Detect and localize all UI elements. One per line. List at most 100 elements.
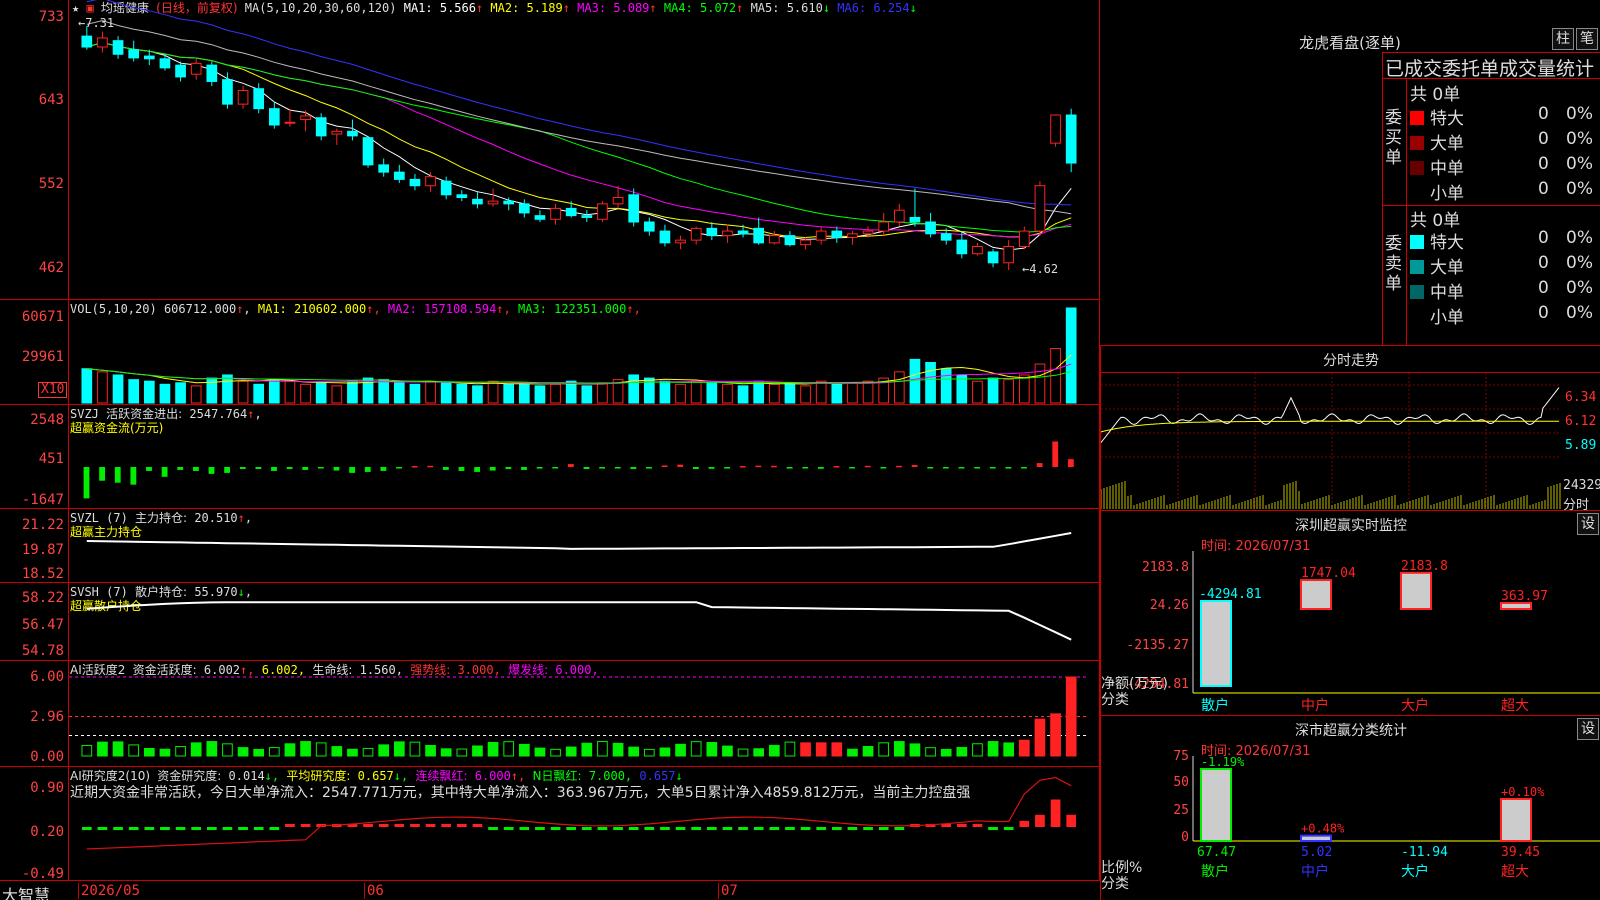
order-pct: 0% <box>1566 104 1593 124</box>
activity-bar <box>565 746 577 757</box>
volume-bar <box>722 383 733 404</box>
volume-bar <box>800 385 811 404</box>
candle <box>925 221 936 235</box>
svsh-chart <box>86 601 1072 641</box>
monitor-bar-label: 2183.8 <box>1401 559 1448 574</box>
svzj-bar <box>536 467 543 469</box>
svzj-panel: SVZJ 活跃资金进出: 2547.764↑, 超赢资金流(万元) 2548 4… <box>0 405 1100 509</box>
activity-bar <box>706 742 718 757</box>
svzj-bar <box>177 467 184 470</box>
activity-bar <box>393 741 405 757</box>
candle <box>1003 245 1015 264</box>
candle <box>128 49 140 59</box>
research-bar <box>175 827 186 831</box>
research-bar <box>300 823 311 827</box>
candle <box>487 200 499 205</box>
candle <box>253 88 265 110</box>
activity-bar <box>425 745 436 757</box>
volume-bar <box>409 383 421 404</box>
activity-bar <box>1018 739 1030 757</box>
svzj-bar <box>333 467 340 471</box>
realtime-monitor-panel: 深圳超赢实时监控 设 时间: 2026/07/31 2183.8 24.26 -21… <box>1100 510 1600 715</box>
research-bar <box>753 827 764 831</box>
candle <box>190 62 202 75</box>
candle <box>518 203 530 214</box>
volume-bar <box>518 382 530 404</box>
monitor-category: 大户 <box>1401 697 1429 714</box>
low-marker: ←4.62 <box>1022 262 1059 276</box>
svzj-bar <box>630 467 637 469</box>
candlestick-chart[interactable] <box>69 0 1099 300</box>
candle <box>831 230 843 238</box>
candle <box>878 221 890 232</box>
longhu-title: 龙虎看盘(逐单) <box>1299 34 1401 52</box>
research-bar <box>144 827 155 831</box>
candle <box>597 203 608 220</box>
activity-bar <box>612 742 624 757</box>
svzj-bar <box>927 467 934 469</box>
svzj-bar <box>786 467 793 469</box>
volume-bar <box>753 380 765 404</box>
volume-bar <box>534 385 546 404</box>
activity-bar <box>987 741 999 757</box>
classify-y-tick: 50 <box>1173 775 1189 790</box>
activity-bar <box>237 747 249 757</box>
research-bar <box>1050 799 1061 827</box>
research-bar <box>722 827 733 831</box>
svzj-bar <box>567 464 574 467</box>
vol-unit-badge[interactable]: X10 <box>38 382 68 398</box>
svzj-bar <box>458 467 465 471</box>
order-count: 0 <box>1538 228 1549 248</box>
candle <box>347 130 358 137</box>
svzl-line <box>86 532 1072 550</box>
research-line <box>86 776 1072 850</box>
candle <box>972 245 983 255</box>
activity-bar <box>643 748 655 757</box>
tick-mode-button[interactable]: 笔 <box>1576 28 1598 50</box>
candle <box>753 227 765 244</box>
volume-bar <box>222 374 233 404</box>
classify-pct: -1.19% <box>1201 755 1245 769</box>
intraday-tick: 6.12 <box>1565 414 1597 429</box>
research-bar <box>691 827 702 831</box>
intraday-vol-tick: 24329 <box>1563 478 1600 493</box>
research-bar <box>613 827 623 831</box>
research-bar <box>97 827 108 831</box>
monitor-bar-label: 1747.04 <box>1301 566 1356 581</box>
activity-bar <box>378 744 390 757</box>
research-bar <box>800 827 811 831</box>
research-bar <box>1035 814 1045 827</box>
research-bar <box>847 827 858 831</box>
svzj-bar <box>255 467 262 469</box>
order-row-3: 中单 0 0% <box>1410 154 1600 179</box>
activity-bar <box>456 748 468 757</box>
candle <box>159 58 171 69</box>
svzj-bar <box>489 467 496 471</box>
candle <box>909 216 921 223</box>
research-bar <box>394 823 405 827</box>
svzl-panel: SVZL (7) 主力持仓: 20.510↑, 超赢主力持仓 21.22 19.… <box>0 509 1100 583</box>
bar-mode-button[interactable]: 柱 <box>1552 28 1574 50</box>
candle <box>1065 114 1077 164</box>
activity-bar <box>800 742 811 757</box>
activity-bar <box>753 748 765 757</box>
research-bar <box>550 827 561 831</box>
research-bar <box>363 823 373 827</box>
svzj-bar <box>271 467 277 471</box>
intraday-tick: 6.34 <box>1565 390 1597 405</box>
monitor-y-tick: -2135.27 <box>1126 638 1189 653</box>
svsh-panel: SVSH (7) 散户持仓: 55.970↓, 超赢散户持仓 58.22 56.… <box>0 583 1100 661</box>
activity-bar <box>190 742 202 757</box>
intraday-panel[interactable]: 分时走势 6.34 6.12 5.89 24329 分时 <box>1100 345 1600 513</box>
activity-bar <box>815 742 827 757</box>
classify-pct: +0.10% <box>1501 785 1545 799</box>
candle <box>206 64 218 82</box>
candle <box>862 230 874 235</box>
order-count: 0 <box>1538 179 1549 199</box>
order-count: 0 <box>1538 278 1549 298</box>
order-pct: 0% <box>1566 253 1593 273</box>
volume-bar <box>190 385 202 404</box>
svzj-bar <box>286 467 293 469</box>
candle <box>940 233 952 241</box>
swatch <box>1410 235 1424 249</box>
